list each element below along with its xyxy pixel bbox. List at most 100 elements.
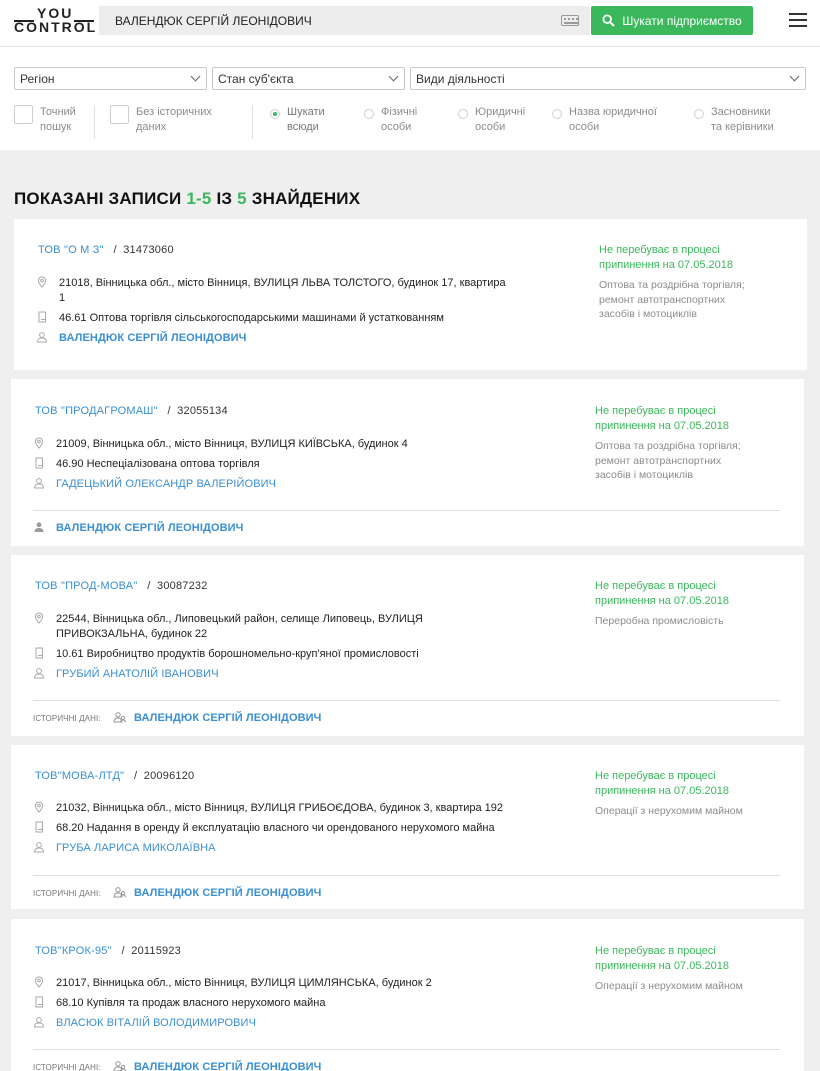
company-code: 30087232 (157, 580, 208, 592)
company-card: ТОВ "ПРОДАГРОМАШ" / 32055134 21009, Вінн… (11, 379, 804, 546)
individuals-radio[interactable] (364, 109, 374, 119)
status-text: Не перебуває в процесі припинення на 07.0… (595, 945, 729, 972)
divider (252, 105, 253, 139)
company-code: 20115923 (131, 945, 181, 957)
entity-state-select-value: Стан суб'єкта (218, 72, 294, 86)
people-icon (113, 711, 127, 723)
activity-category: Операції з нерухомим майном (595, 805, 743, 817)
location-pin-icon (36, 276, 48, 288)
history-person-link[interactable]: ВАЛЕНДЮК СЕРГІЙ ЛЕОНІДОВИЧ (134, 1061, 321, 1071)
chevron-down-icon (789, 71, 800, 82)
entity-state-select[interactable]: Стан суб'єкта (212, 67, 405, 90)
activity-book-icon (36, 311, 48, 323)
legal-entities-radio[interactable] (458, 109, 468, 119)
company-address: 22544, Вінницька обл., Липовецький район… (56, 613, 423, 640)
search-company-button[interactable]: Шукати підприємство (591, 6, 753, 35)
location-pin-icon (33, 801, 45, 813)
person-filled-icon (33, 521, 45, 533)
company-name-link[interactable]: ТОВ "ПРОД-МОВА" (35, 580, 137, 592)
person-link[interactable]: ВАЛЕНДЮК СЕРГІЙ ЛЕОНІДОВИЧ (56, 522, 243, 534)
company-name-link[interactable]: ТОВ "О М З" (38, 244, 104, 256)
company-address: 21032, Вінницька обл., місто Вінниця, ВУ… (56, 802, 504, 814)
company-code: 31473060 (123, 244, 174, 256)
status-text: Не перебуває в процесі припинення на 07.0… (595, 580, 729, 607)
location-pin-icon (33, 976, 45, 988)
results-total: 5 (237, 189, 247, 208)
chevron-down-icon (190, 71, 201, 82)
exact-search-checkbox[interactable] (14, 105, 33, 124)
founders-managers-radio[interactable] (694, 109, 704, 119)
no-history-checkbox[interactable] (110, 105, 129, 124)
entity-name-label: Назва юридичної особи (569, 106, 657, 133)
company-kved: 46.90 Неспеціалізована оптова торгівля (56, 458, 260, 470)
activity-category: Оптова та роздрібна торгівля; ремонт авто… (599, 279, 745, 320)
company-kved: 46.61 Оптова торгівля сільськогосподарсь… (59, 312, 444, 324)
activity-book-icon (33, 996, 45, 1008)
people-icon (113, 1060, 127, 1071)
activity-book-icon (33, 821, 45, 833)
person-link[interactable]: ВЛАСЮК ВІТАЛІЙ ВОЛОДИМИРОВИЧ (56, 1017, 256, 1029)
divider (33, 700, 780, 701)
person-link[interactable]: ГРУБА ЛАРИСА МИКОЛАЇВНА (56, 842, 216, 854)
activity-select-value: Види діяльності (416, 72, 505, 86)
company-card: ТОВ "О М З" / 31473060 21018, Вінницька … (14, 219, 807, 370)
person-icon (33, 1016, 45, 1028)
company-kved: 68.20 Надання в оренду й експлуатацію вл… (56, 822, 495, 834)
person-icon (33, 667, 45, 679)
top-header: YOU CONTROL Шукати підприємство (0, 0, 820, 46)
entity-name-radio[interactable] (552, 109, 562, 119)
person-link[interactable]: ГРУБИЙ АНАТОЛІЙ ІВАНОВИЧ (56, 668, 219, 680)
person-icon (36, 331, 48, 343)
results-range: 1-5 (186, 189, 212, 208)
legal-entities-label: Юридичні особи (475, 106, 526, 133)
activity-book-icon (33, 647, 45, 659)
company-kved: 10.61 Виробництво продуктів борошномельн… (56, 648, 419, 660)
search-everywhere-label: Шукати всюди (287, 106, 325, 133)
keyboard-icon[interactable] (561, 15, 579, 26)
divider (94, 105, 95, 139)
activity-category: Операції з нерухомим майном (595, 980, 743, 992)
company-card: ТОВ"КРОК-95" / 20115923 21017, Вінницька… (11, 919, 804, 1071)
results-count-heading: ПОКАЗАНІ ЗАПИСИ 1-5 ІЗ 5 ЗНАЙДЕНИХ (14, 189, 361, 208)
history-person-link[interactable]: ВАЛЕНДЮК СЕРГІЙ ЛЕОНІДОВИЧ (134, 712, 321, 724)
person-icon (33, 477, 45, 489)
location-pin-icon (33, 437, 45, 449)
hamburger-menu-icon[interactable] (789, 13, 807, 27)
search-input[interactable] (115, 6, 545, 35)
person-link[interactable]: ВАЛЕНДЮК СЕРГІЙ ЛЕОНІДОВИЧ (59, 332, 246, 344)
filter-panel: Регіон Стан суб'єкта Види діяльності Точ… (0, 46, 820, 150)
history-person-link[interactable]: ВАЛЕНДЮК СЕРГІЙ ЛЕОНІДОВИЧ (134, 887, 321, 899)
company-address: 21009, Вінницька обл., місто Вінниця, ВУ… (56, 438, 408, 450)
exact-search-label: Точний пошук (40, 106, 76, 133)
activity-category: Оптова та роздрібна торгівля; ремонт авто… (595, 440, 741, 481)
history-label: ІСТОРИЧНІ ДАНІ: (33, 889, 101, 898)
company-name-link[interactable]: ТОВ"КРОК-95" (35, 945, 112, 957)
company-code: 20096120 (143, 770, 195, 782)
logo-line-2: CONTROL (14, 19, 98, 35)
activity-book-icon (33, 457, 45, 469)
history-label: ІСТОРИЧНІ ДАНІ: (33, 1063, 101, 1071)
founders-managers-label: Засновники та керівники (711, 106, 774, 133)
youcontrol-logo[interactable]: YOU CONTROL (14, 5, 98, 35)
company-address: 21018, Вінницька обл., місто Вінниця, ВУ… (59, 277, 506, 304)
search-everywhere-radio[interactable] (270, 109, 280, 119)
activity-select[interactable]: Види діяльності (410, 67, 806, 90)
people-icon (113, 886, 127, 898)
divider (33, 875, 780, 876)
divider (33, 1049, 780, 1050)
status-text: Не перебуває в процесі припинення на 07.0… (595, 770, 729, 797)
company-name-link[interactable]: ТОВ "ПРОДАГРОМАШ" (35, 405, 158, 417)
person-icon (33, 841, 45, 853)
company-card: ТОВ "ПРОД-МОВА" / 30087232 22544, Вінниц… (11, 555, 804, 736)
logo-line-1: YOU (37, 5, 74, 21)
region-select[interactable]: Регіон (14, 67, 207, 90)
history-label: ІСТОРИЧНІ ДАНІ: (33, 714, 101, 723)
person-link[interactable]: ГАДЕЦЬКИЙ ОЛЕКСАНДР ВАЛЕРІЙОВИЧ (56, 478, 276, 490)
search-box (99, 6, 590, 35)
company-card: ТОВ"МОВА-ЛТД" / 20096120 21032, Вінницьк… (11, 745, 804, 909)
divider (33, 510, 780, 511)
company-code: 32055134 (177, 405, 228, 417)
company-name-link[interactable]: ТОВ"МОВА-ЛТД" (35, 770, 124, 782)
no-history-label: Без історичних даних (136, 106, 212, 133)
location-pin-icon (33, 612, 45, 624)
